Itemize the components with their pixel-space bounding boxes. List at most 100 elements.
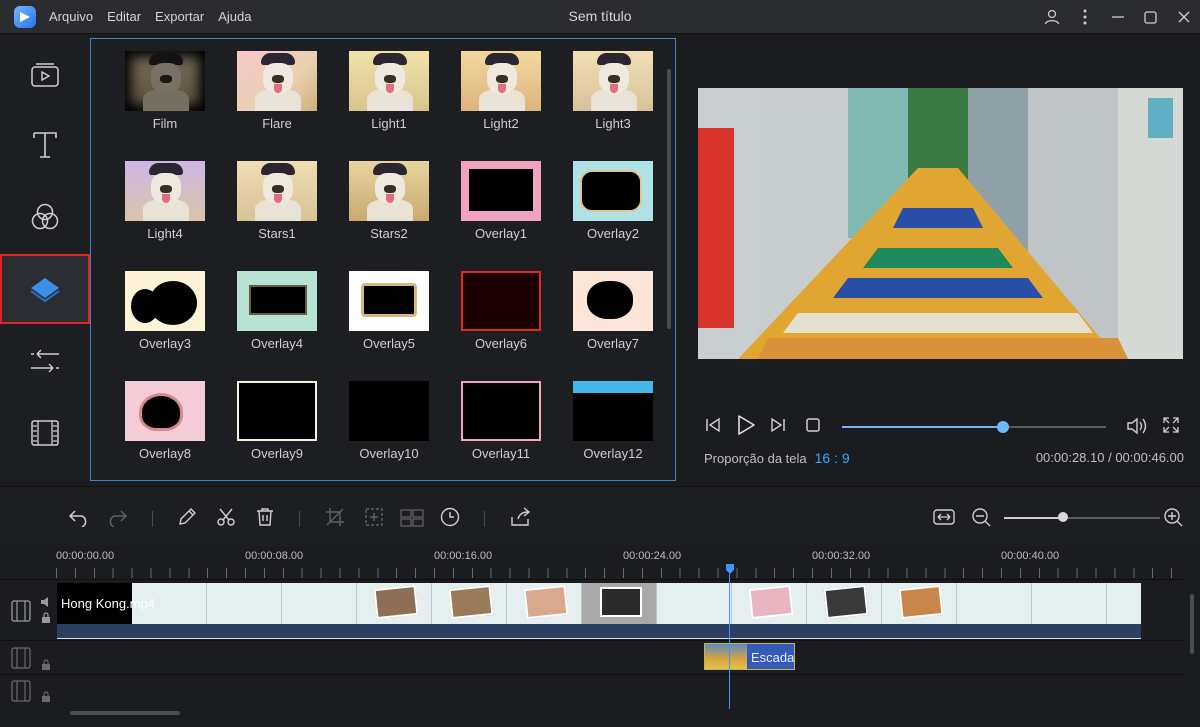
effect-thumbnail [349, 271, 429, 331]
effect-tile-film[interactable]: Film [109, 39, 221, 139]
next-frame-icon[interactable] [769, 416, 787, 439]
undo-icon[interactable] [68, 507, 90, 532]
app-logo-icon [14, 6, 36, 28]
duration-icon[interactable] [440, 507, 460, 532]
audio-waveform-strip [57, 624, 1141, 638]
effect-label: Light3 [595, 116, 631, 131]
playhead[interactable] [729, 574, 730, 709]
overlay-track [0, 640, 1184, 673]
mosaic-icon[interactable] [364, 507, 384, 532]
preview-panel: Proporção da tela 16 : 9 00:00:28.10 / 00… [682, 38, 1200, 481]
zoom-slider-remaining[interactable] [1064, 517, 1160, 519]
effect-tile-overlay8[interactable]: Overlay8 [109, 369, 221, 469]
overlays-icon[interactable] [0, 254, 90, 324]
empty-track [0, 674, 1184, 706]
progress-handle[interactable] [997, 421, 1009, 433]
effect-tile-light1[interactable]: Light1 [333, 39, 445, 139]
effect-tile-overlay1[interactable]: Overlay1 [445, 149, 557, 249]
effect-thumbnail [573, 51, 653, 111]
transitions-icon[interactable] [0, 326, 90, 396]
effect-tile-light3[interactable]: Light3 [557, 39, 669, 139]
effect-tile-overlay5[interactable]: Overlay5 [333, 259, 445, 359]
effect-tile-overlay10[interactable]: Overlay10 [333, 369, 445, 469]
crop-icon[interactable] [325, 507, 345, 532]
fullscreen-icon[interactable] [1162, 416, 1180, 439]
menu-ajuda[interactable]: Ajuda [218, 9, 251, 24]
effect-label: Light1 [371, 116, 407, 131]
overlay-clip-name: Escada [751, 650, 795, 665]
timeline-horizontal-scrollbar[interactable] [70, 711, 180, 715]
aspect-ratio: Proporção da tela 16 : 9 [704, 450, 850, 466]
lock-icon [42, 659, 50, 670]
timeline-ruler[interactable]: 00:00:00.00 00:00:08.00 00:00:16.00 00:0… [0, 546, 1200, 578]
menu-arquivo[interactable]: Arquivo [49, 9, 93, 24]
title-bar: Arquivo Editar Exportar Ajuda Sem título [0, 0, 1200, 34]
ruler-label: 00:00:32.00 [812, 550, 871, 562]
zoom-slider-handle[interactable] [1058, 512, 1068, 522]
filters-icon[interactable] [0, 182, 90, 252]
zoom-in-icon[interactable] [1163, 507, 1183, 532]
effects-scrollbar[interactable] [667, 69, 671, 329]
effect-thumbnail [461, 271, 541, 331]
effect-tile-flare[interactable]: Flare [221, 39, 333, 139]
play-icon[interactable] [736, 414, 756, 441]
stop-icon[interactable] [805, 417, 821, 438]
timecode: 00:00:28.10 / 00:00:46.00 [1035, 450, 1184, 465]
effect-thumbnail [237, 381, 317, 441]
overlay-clip[interactable]: Escada [704, 643, 795, 670]
effect-tile-light4[interactable]: Light4 [109, 149, 221, 249]
effect-tile-overlay12[interactable]: Overlay12 [557, 369, 669, 469]
minimize-icon[interactable] [1101, 0, 1134, 34]
effect-tile-stars1[interactable]: Stars1 [221, 149, 333, 249]
effect-tile-overlay4[interactable]: Overlay4 [221, 259, 333, 359]
effect-tile-overlay2[interactable]: Overlay2 [557, 149, 669, 249]
overlay-effects-panel: Film Flare Light1 Light2 Light3 Light4 S… [90, 38, 676, 481]
overlay-track-header [0, 641, 56, 673]
split-screen-icon[interactable] [400, 507, 424, 532]
export-icon[interactable] [510, 507, 532, 532]
zoom-slider-filled[interactable] [1004, 517, 1063, 519]
effect-thumbnail [349, 161, 429, 221]
maximize-icon[interactable] [1134, 0, 1167, 34]
film-track-icon [11, 647, 31, 669]
progress-bar-filled[interactable] [842, 426, 1003, 428]
previous-frame-icon[interactable] [704, 416, 722, 439]
effect-tile-light2[interactable]: Light2 [445, 39, 557, 139]
zoom-out-icon[interactable] [971, 507, 991, 532]
close-icon[interactable] [1167, 0, 1200, 34]
delete-icon[interactable] [255, 507, 275, 532]
effect-tile-stars2[interactable]: Stars2 [333, 149, 445, 249]
effect-label: Stars2 [370, 226, 408, 241]
effect-tile-overlay6[interactable]: Overlay6 [445, 259, 557, 359]
effect-tile-overlay3[interactable]: Overlay3 [109, 259, 221, 359]
effect-tile-overlay9[interactable]: Overlay9 [221, 369, 333, 469]
text-icon[interactable] [0, 110, 90, 180]
effect-thumbnail [573, 271, 653, 331]
menu-editar[interactable]: Editar [107, 9, 141, 24]
effect-tile-overlay11[interactable]: Overlay11 [445, 369, 557, 469]
effect-tile-overlay7[interactable]: Overlay7 [557, 259, 669, 359]
effect-label: Overlay11 [471, 446, 531, 461]
ruler-label: 00:00:40.00 [1001, 550, 1060, 562]
effect-label: Overlay2 [586, 226, 640, 241]
volume-icon[interactable] [1126, 416, 1148, 441]
film-track-icon [11, 680, 31, 702]
film-track-icon [11, 600, 31, 622]
video-track [0, 579, 1184, 639]
effect-thumbnail [237, 161, 317, 221]
fit-timeline-icon[interactable] [933, 507, 955, 532]
account-icon[interactable] [1035, 0, 1068, 34]
more-icon[interactable] [1068, 0, 1101, 34]
edit-icon[interactable] [177, 507, 197, 532]
redo-icon[interactable] [106, 507, 128, 532]
effect-thumbnail [125, 271, 205, 331]
effect-label: Flare [262, 116, 292, 131]
aspect-ratio-value[interactable]: 16 : 9 [815, 450, 850, 466]
timeline-vertical-scrollbar[interactable] [1190, 594, 1194, 654]
menu-exportar[interactable]: Exportar [155, 9, 204, 24]
effect-label: Overlay6 [474, 336, 528, 351]
media-icon[interactable] [0, 40, 90, 110]
cut-icon[interactable] [216, 507, 236, 532]
elements-icon[interactable] [0, 398, 90, 468]
progress-bar-remaining[interactable] [1000, 426, 1106, 428]
